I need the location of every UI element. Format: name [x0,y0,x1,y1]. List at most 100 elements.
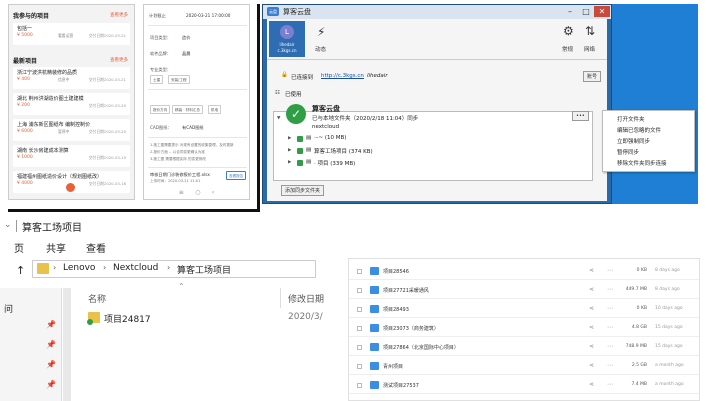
gear-icon[interactable]: ⚙ [563,24,574,38]
menu-item-edit-ignored[interactable]: 编辑已忽略的文件 [617,126,661,134]
attachment-name[interactable]: 审核日期门诊装修报价工程.xlsx [150,172,210,178]
share-icon[interactable]: ⋖ [589,286,594,293]
file-name[interactable]: 青州项目 [383,363,403,370]
more-icon[interactable]: ⋯ [607,324,613,331]
ribbon-tab-view[interactable]: 查看 [86,240,106,255]
qat-chevron-icon[interactable]: ⌄ [4,220,12,230]
menu-item-force-sync[interactable]: 立即强制同步 [617,137,650,145]
share-icon[interactable]: ⋖ [589,267,594,274]
file-name[interactable]: 项目23073（商务建筑） [383,325,439,332]
file-name[interactable]: 项目27864（北京国际中心项目） [383,344,459,351]
breadcrumb-item[interactable]: Nextcloud [113,263,158,273]
nav-menu-icon[interactable]: ≡ [179,189,184,196]
account-dropdown-button[interactable]: 账号 [583,71,602,82]
list-item[interactable]: 湖南 长沙房建成本测算 ¥ 1000 交付日期2020-03-19 [13,145,130,167]
menu-item-pause-sync[interactable]: 暂停同步 [617,148,639,156]
server-link[interactable]: http://c.3kgs.cn [321,73,364,79]
share-icon[interactable]: ⋖ [589,343,594,350]
more-icon[interactable]: ⋯ [607,305,613,312]
tag[interactable]: 精装 · 材料汇总 [172,105,203,114]
menu-item-remove-sync[interactable]: 移除文件夹同步连接 [617,159,667,167]
row-checkbox[interactable] [357,383,362,388]
window-titlebar[interactable]: 云盘 算客云盘 – □ ✕ [263,5,611,19]
nav-scrollbar[interactable] [63,288,71,401]
lightning-icon[interactable]: ⚡ [317,25,325,39]
share-icon[interactable]: ⋖ [589,381,594,388]
file-name[interactable]: 项目28493 [383,306,409,313]
address-bar[interactable]: › Lenovo › Nextcloud › 算客工场项目 [32,260,316,278]
network-arrows-icon[interactable]: ⇅ [585,24,595,38]
ribbon-tab-page[interactable]: 页 [14,240,24,255]
column-divider[interactable] [280,288,281,308]
nav-home-icon[interactable]: ○ [195,189,200,196]
view-report-button[interactable]: 查看报告 [226,171,247,180]
tag[interactable]: 土建 [150,75,164,84]
share-icon[interactable]: ⋖ [589,362,594,369]
up-arrow-icon[interactable]: ↑ [16,264,25,277]
maximize-button[interactable]: □ [579,6,593,17]
more-icon[interactable]: ⋯ [607,267,613,274]
pin-icon[interactable]: 📌 [46,380,56,389]
expand-triangle-icon[interactable]: ▶ [288,160,291,165]
column-header-date[interactable]: 修改日期 [288,292,324,305]
account-tab[interactable]: L lihedair c.3kgs.cn [269,21,305,57]
pin-icon[interactable]: 📌 [46,360,56,369]
list-item[interactable]: 浙江宁波洪杭精装修的品质 ¥ 400 信息中 交付日期2020-03-21 [13,67,130,89]
pin-icon[interactable]: 📌 [46,340,56,349]
expand-triangle-icon[interactable]: ▶ [288,148,291,153]
file-name[interactable]: 测试项目27537 [383,382,419,389]
row-checkbox[interactable] [357,326,362,331]
tag[interactable]: 报价方向 [150,105,171,114]
table-row[interactable]: 项目28493 ⋖ ⋯ 0 KB 10 days ago [349,302,699,318]
table-row[interactable]: 项目27864（北京国际中心项目） ⋖ ⋯ 748.9 MB 15 days a… [349,340,699,356]
add-sync-folder-button[interactable]: 添加同步文件夹 [281,185,325,196]
table-row[interactable]: 项目24817 2020/3/ [84,310,323,326]
share-icon[interactable]: ⋖ [589,305,594,312]
collapse-triangle-icon[interactable]: ▼ [277,116,280,121]
add-project-button[interactable] [66,183,75,192]
ribbon-tab-share[interactable]: 共享 [46,240,66,255]
my-projects-more-link[interactable]: 查看更多 [110,12,128,18]
folder-menu-button[interactable]: ••• [572,111,589,121]
settings-tab-label[interactable]: 常规 [562,45,573,53]
table-row[interactable]: 项目28546 ⋖ ⋯ 0 KB 8 days ago [349,264,699,280]
list-item[interactable]: 湖北 荆州洪湖造价图土建建模 ¥ 200 交付日期2020-03-20 [13,93,130,115]
row-checkbox[interactable] [357,345,362,350]
breadcrumb-item[interactable]: Lenovo [63,263,95,273]
latest-projects-more-link[interactable]: 查看更多 [110,57,128,63]
row-checkbox[interactable] [357,269,362,274]
more-icon[interactable]: ⋯ [607,286,613,293]
more-icon[interactable]: ⋯ [607,362,613,369]
table-row[interactable]: 项目23073（商务建筑） ⋖ ⋯ 4.8 GB 15 days ago [349,321,699,337]
pin-icon[interactable]: 📌 [46,320,56,329]
sync-checkbox[interactable] [297,136,303,142]
sort-chevron-icon[interactable]: ⌃ [178,282,185,291]
nav-item-label[interactable]: 问 [4,302,13,315]
tag[interactable]: 机电 [208,105,222,114]
menu-item-open-folder[interactable]: 打开文件夹 [617,115,645,123]
tag[interactable]: 安装/工程 [168,75,190,84]
breadcrumb-item[interactable]: 算客工场项目 [177,263,231,276]
expand-triangle-icon[interactable]: ▶ [288,136,291,141]
file-name[interactable]: 项目27721采暖通风 [383,287,429,294]
table-row[interactable]: 青州项目 ⋖ ⋯ 2.5 GB a month ago [349,359,699,375]
table-row[interactable]: 测试项目27537 ⋖ ⋯ 7.4 MB a month ago [349,378,699,394]
activity-tab-label[interactable]: 动态 [315,45,326,53]
row-checkbox[interactable] [357,288,362,293]
table-row[interactable]: 项目27721采暖通风 ⋖ ⋯ 449.7 MB 8 days ago [349,283,699,299]
sync-checkbox[interactable] [297,148,303,154]
more-icon[interactable]: ⋯ [607,343,613,350]
close-button[interactable]: ✕ [594,6,610,17]
nav-back-icon[interactable]: ‹ [212,189,214,196]
minimize-button[interactable]: – [563,6,577,17]
more-icon[interactable]: ⋯ [607,381,613,388]
row-checkbox[interactable] [357,364,362,369]
list-item[interactable]: 包括一 ¥ 5000 看看运营 交付日期2020-03-21 [13,23,130,45]
network-tab-label[interactable]: 网络 [584,45,595,53]
sync-checkbox[interactable] [297,160,303,166]
file-name[interactable]: 项目28546 [383,268,409,275]
share-icon[interactable]: ⋖ [589,324,594,331]
column-header-name[interactable]: 名称 [88,292,106,305]
row-checkbox[interactable] [357,307,362,312]
list-item[interactable]: 上海 浦东新区图纸布 编制控制价 ¥ 6000 暂停中 交付日期2020-03-… [13,119,130,141]
